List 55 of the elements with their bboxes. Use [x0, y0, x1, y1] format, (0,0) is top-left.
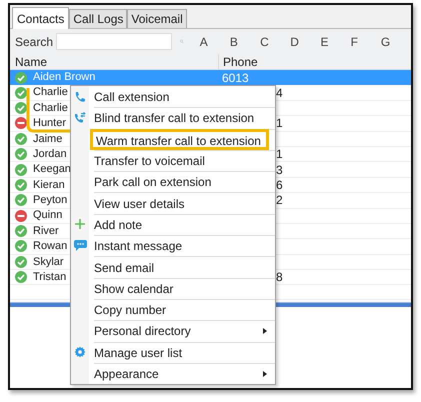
letter-filter[interactable]: E — [320, 32, 351, 50]
contact-name: Charlie — [33, 85, 68, 100]
contact-name: Jaime — [33, 132, 62, 147]
letter-filter[interactable]: F — [350, 32, 381, 50]
phone-number: 6 — [276, 176, 283, 194]
letter-filter[interactable]: C — [260, 32, 290, 50]
menu-item[interactable]: Park call on extension — [94, 172, 275, 192]
menu-item[interactable]: Instant message — [94, 236, 275, 256]
menu-item[interactable]: Appearance — [94, 364, 263, 384]
contact-name: Aiden Brown — [33, 70, 96, 86]
column-header[interactable]: Phone — [219, 52, 258, 70]
contact-name: Skylar — [33, 254, 64, 270]
settings-icon — [74, 346, 86, 358]
menu-item[interactable]: Blind transfer call to extension — [94, 108, 275, 129]
tab[interactable]: Call Logs — [69, 9, 128, 28]
menu-item[interactable]: Manage user list — [94, 342, 275, 363]
menu-item[interactable]: Warm transfer call to extension — [90, 129, 269, 150]
search-label: Search — [15, 34, 54, 50]
phone-number: 6013 — [222, 70, 249, 87]
menu-item[interactable]: Transfer to voicemail — [94, 150, 275, 172]
contact-name: Tristan — [33, 270, 66, 286]
contact-name: Quinn — [33, 208, 62, 224]
contact-name: Jordan — [33, 146, 67, 162]
contact-name: Rowan — [33, 239, 68, 254]
letter-filter[interactable]: D — [290, 32, 320, 50]
plus-icon — [74, 218, 86, 230]
phone-number: 2 — [276, 192, 283, 210]
phone-number: 3 — [276, 162, 283, 179]
column-header[interactable]: Name — [10, 54, 219, 69]
menu-item[interactable]: Send email — [94, 257, 275, 278]
letter-filter[interactable]: B — [230, 32, 260, 50]
contact-name: Peyton — [33, 193, 68, 208]
phone-transfer-icon — [74, 112, 86, 124]
contact-name: Charlie — [33, 100, 68, 116]
menu-item[interactable]: Show calendar — [94, 278, 275, 299]
menu-item[interactable]: Call extension — [94, 86, 275, 108]
letter-filter[interactable]: G — [380, 32, 411, 50]
phone-icon — [74, 90, 86, 103]
search-field[interactable] — [56, 33, 172, 50]
menu-item[interactable]: Personal directory — [94, 321, 263, 342]
phone-number: 1 — [276, 115, 283, 132]
chat-bubble-icon — [74, 240, 86, 252]
tab[interactable]: Contacts — [12, 7, 70, 29]
phone-number: 4 — [276, 84, 283, 102]
tab[interactable]: Voicemail — [127, 9, 187, 28]
phone-number: 1 — [276, 146, 283, 164]
menu-item[interactable]: Copy number — [94, 300, 275, 320]
letter-filter[interactable]: A — [200, 32, 230, 50]
phone-number: 8 — [276, 269, 283, 286]
contact-name: Kieran — [33, 178, 65, 193]
menu-item[interactable]: Add note — [94, 214, 275, 236]
contact-name: River — [33, 224, 59, 239]
contact-name: Keegan — [33, 162, 71, 178]
menu-item[interactable]: View user details — [94, 193, 275, 214]
contact-name: Hunter — [33, 116, 66, 132]
